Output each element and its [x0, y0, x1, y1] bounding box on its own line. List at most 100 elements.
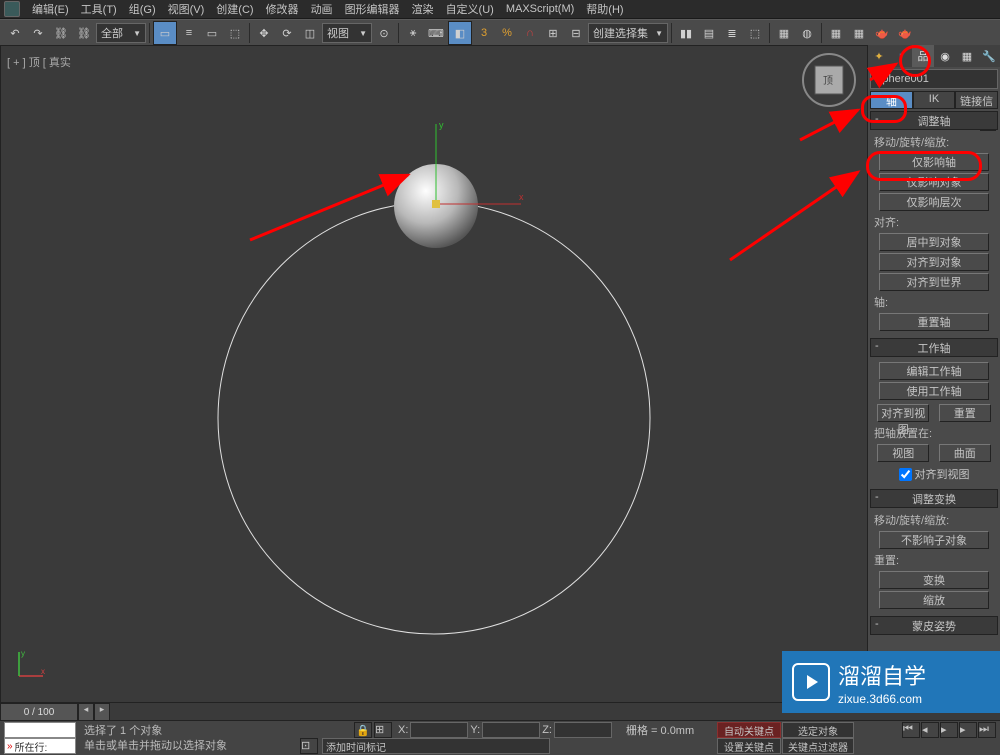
rect-region-icon[interactable]: ▭ [201, 22, 223, 44]
modify-tab-icon[interactable]: ◗ [890, 45, 912, 67]
skin-pose-rollout[interactable]: -蒙皮姿势 [870, 616, 998, 635]
menu-views[interactable]: 视图(V) [162, 1, 211, 17]
align-to-view-checkbox[interactable]: 对齐到视图 [874, 464, 994, 484]
align-icon[interactable]: ▤ [698, 22, 720, 44]
window-crossing-icon[interactable]: ⬚ [224, 22, 246, 44]
percent-snap-icon[interactable]: % [496, 22, 518, 44]
prev-key-icon[interactable]: ◂ [921, 722, 939, 738]
center-to-object-button[interactable]: 居中到对象 [879, 233, 989, 251]
select-object-icon[interactable]: ▭ [153, 21, 177, 45]
render-setup-icon[interactable]: ▦ [825, 22, 847, 44]
keyboard-shortcut-icon[interactable]: ⌨ [425, 22, 447, 44]
spinner-snap-icon[interactable]: ∩ [519, 22, 541, 44]
menu-modifiers[interactable]: 修改器 [260, 1, 305, 17]
use-center-icon[interactable]: ⊙ [373, 22, 395, 44]
material-editor-icon[interactable]: ◍ [796, 22, 818, 44]
prev-frame-button[interactable]: ◂ [78, 703, 94, 721]
top-viewport[interactable]: [ + ] 顶 [ 真实 x y x [1, 46, 867, 702]
next-frame-button[interactable]: ▸ [94, 703, 110, 721]
script-mini-listener[interactable] [4, 722, 76, 738]
menu-edit[interactable]: 编辑(E) [26, 1, 75, 17]
play-icon[interactable]: ▸ [940, 722, 958, 738]
undo-icon[interactable]: ↶ [4, 22, 26, 44]
align-to-world-button[interactable]: 对齐到世界 [879, 273, 989, 291]
angle-snap-icon[interactable]: 3 [473, 22, 495, 44]
rotate-icon[interactable]: ⟳ [276, 22, 298, 44]
now-row-field[interactable]: »所在行: [4, 738, 76, 754]
goto-start-icon[interactable]: ⏮ [902, 722, 920, 738]
move-icon[interactable]: ✥ [253, 22, 275, 44]
menu-tools[interactable]: 工具(T) [75, 1, 123, 17]
scale-icon[interactable]: ◫ [299, 22, 321, 44]
object-name-field[interactable]: Sphere001 [870, 69, 998, 89]
display-tab-icon[interactable]: ▦ [956, 45, 978, 67]
rendered-frame-icon[interactable]: ▦ [848, 22, 870, 44]
edit-selection-icon[interactable]: ⊞ [542, 22, 564, 44]
working-pivot-rollout[interactable]: -工作轴 [870, 338, 998, 357]
named-selset-combo[interactable]: 创建选择集▼ [588, 23, 668, 43]
time-tag-icon[interactable]: ⊡ [300, 738, 318, 754]
adjust-transform-rollout[interactable]: -调整变换 [870, 489, 998, 508]
set-key-button[interactable]: 设置关键点 [717, 738, 781, 754]
selection-lock-icon[interactable]: ⊟ [565, 22, 587, 44]
refcoord-combo[interactable]: 视图▼ [322, 23, 372, 43]
render-production-icon[interactable]: 🫖 [871, 22, 893, 44]
selection-filter-combo[interactable]: 全部▼ [96, 23, 146, 43]
select-by-name-icon[interactable]: ≡ [178, 22, 200, 44]
layer-manager-icon[interactable]: ≣ [721, 22, 743, 44]
utilities-tab-icon[interactable]: 🔧 [978, 45, 1000, 67]
time-tag-field[interactable]: 添加时间标记 [322, 738, 550, 754]
menu-customize[interactable]: 自定义(U) [440, 1, 500, 17]
key-filters-button[interactable]: 关键点过滤器 [782, 738, 854, 754]
unlink-icon[interactable]: ⛓ [73, 22, 95, 44]
adjust-pivot-rollout[interactable]: -调整轴 [870, 111, 998, 130]
snap-toggle-icon[interactable]: ◧ [448, 21, 472, 45]
mirror-icon[interactable]: ▮▮ [675, 22, 697, 44]
view-button[interactable]: 视图 [877, 444, 929, 462]
redo-icon[interactable]: ↷ [27, 22, 49, 44]
hierarchy-tab-icon[interactable]: 品 [912, 45, 934, 67]
circle-spline[interactable] [218, 202, 650, 634]
time-slider-thumb[interactable]: 0 / 100 [0, 703, 78, 721]
menu-animation[interactable]: 动画 [305, 1, 339, 17]
y-coord-field[interactable] [482, 722, 540, 738]
selected-combo[interactable]: 选定对象 [782, 722, 854, 738]
z-coord-field[interactable] [554, 722, 612, 738]
x-coord-field[interactable] [410, 722, 468, 738]
menu-maxscript[interactable]: MAXScript(M) [500, 3, 580, 15]
auto-key-button[interactable]: 自动关键点 [717, 722, 781, 738]
manipulate-icon[interactable]: ⚹ [402, 22, 424, 44]
menu-create[interactable]: 创建(C) [210, 1, 259, 17]
next-key-icon[interactable]: ▸ [959, 722, 977, 738]
menu-graph-editors[interactable]: 图形编辑器 [339, 1, 406, 17]
lock-selection-icon[interactable]: 🔒 [354, 722, 372, 738]
abs-rel-icon[interactable]: ⊞ [374, 722, 392, 738]
affect-hierarchy-only-button[interactable]: 仅影响层次 [879, 193, 989, 211]
dont-affect-children-button[interactable]: 不影响子对象 [879, 531, 989, 549]
align-to-view-button[interactable]: 对齐到视图 [877, 404, 929, 422]
use-working-pivot-button[interactable]: 使用工作轴 [879, 382, 989, 400]
motion-tab-icon[interactable]: ◉ [934, 45, 956, 67]
menu-group[interactable]: 组(G) [123, 1, 162, 17]
reset-pivot-button[interactable]: 重置轴 [879, 313, 989, 331]
viewcube-icon[interactable]: 顶 [801, 52, 857, 108]
menu-help[interactable]: 帮助(H) [580, 1, 629, 17]
edit-working-pivot-button[interactable]: 编辑工作轴 [879, 362, 989, 380]
transform-button[interactable]: 变换 [879, 571, 989, 589]
ik-subtab[interactable]: IK [913, 91, 956, 109]
reset-button[interactable]: 重置 [939, 404, 991, 422]
scale-button[interactable]: 缩放 [879, 591, 989, 609]
render-iterative-icon[interactable]: 🫖 [894, 22, 916, 44]
schematic-view-icon[interactable]: ▦ [773, 22, 795, 44]
align-to-object-button[interactable]: 对齐到对象 [879, 253, 989, 271]
affect-pivot-only-button[interactable]: 仅影响轴 [879, 153, 989, 171]
link-icon[interactable]: ⛓ [50, 22, 72, 44]
link-info-subtab[interactable]: 链接信息 [955, 91, 998, 109]
surface-button[interactable]: 曲面 [939, 444, 991, 462]
menu-render[interactable]: 渲染 [406, 1, 440, 17]
affect-object-only-button[interactable]: 仅影响对象 [879, 173, 989, 191]
pivot-subtab[interactable]: 轴 [870, 91, 913, 109]
app-logo-icon[interactable] [4, 1, 20, 17]
goto-end-icon[interactable]: ⏭ [978, 722, 996, 738]
gizmo-origin[interactable] [432, 200, 440, 208]
